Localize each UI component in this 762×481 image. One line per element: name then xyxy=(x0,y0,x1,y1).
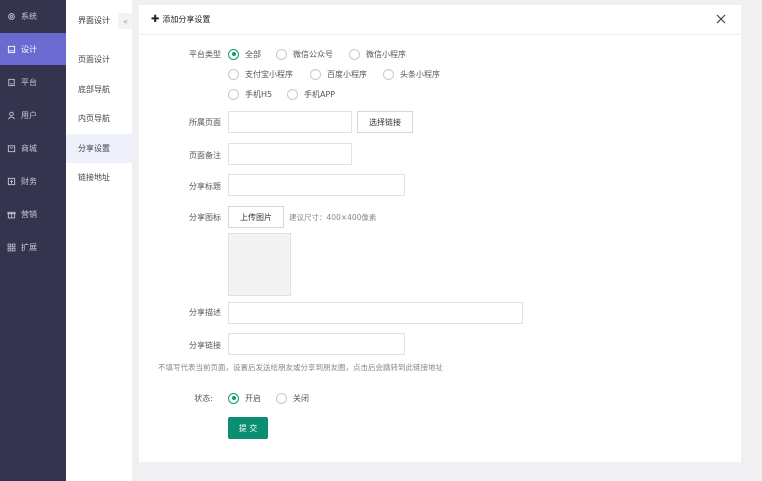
nav-label: 设计 xyxy=(21,44,37,54)
share-title-label: 分享标题 xyxy=(189,182,221,191)
nav-item-extend[interactable]: 扩展 xyxy=(0,231,66,263)
sub-menu: 界面设计 页面设计 底部导航 内页导航 分享设置 链接地址 xyxy=(66,0,133,481)
radio-platform-app[interactable]: 手机APP xyxy=(287,87,335,101)
plus-icon: ✚ xyxy=(151,14,160,25)
size-hint: 建议尺寸：400×400像素 xyxy=(289,213,377,222)
radio-status-off[interactable]: 关闭 xyxy=(276,391,309,405)
remark-input[interactable] xyxy=(228,143,352,165)
radio-platform-wechat-mini[interactable]: 微信小程序 xyxy=(349,47,406,61)
radio-platform-alipay-mini[interactable]: 支付宝小程序 xyxy=(228,67,293,81)
page-input[interactable] xyxy=(228,111,352,133)
grid-icon xyxy=(7,243,16,251)
radio-platform-h5[interactable]: 手机H5 xyxy=(228,87,272,101)
image-preview xyxy=(228,233,291,296)
share-icon-label: 分享图标 xyxy=(189,213,221,222)
nav-label: 系统 xyxy=(21,11,37,21)
gift-icon xyxy=(7,211,16,218)
radio-platform-wechat-oa[interactable]: 微信公众号 xyxy=(276,47,333,61)
submit-button[interactable]: 提 交 xyxy=(228,417,268,439)
nav-item-user[interactable]: 用户 xyxy=(0,99,66,131)
upload-image-button[interactable]: 上传图片 xyxy=(228,206,284,228)
nav-item-marketing[interactable]: 营销 xyxy=(0,198,66,230)
nav-item-finance[interactable]: 财务 xyxy=(0,165,66,197)
finance-icon xyxy=(7,177,16,185)
share-desc-input[interactable] xyxy=(228,302,523,324)
platform-label: 平台类型 xyxy=(189,50,221,59)
nav-item-design[interactable]: 设计 xyxy=(0,33,66,65)
nav-label: 用户 xyxy=(21,110,37,120)
page-label: 所属页面 xyxy=(189,118,221,127)
radio-platform-toutiao-mini[interactable]: 头条小程序 xyxy=(383,67,440,81)
share-title-input[interactable] xyxy=(228,174,405,196)
nav-label: 营销 xyxy=(21,209,37,219)
nav-item-system[interactable]: 系统 xyxy=(0,0,66,32)
close-icon[interactable] xyxy=(715,13,727,25)
sub-item-bottom-nav[interactable]: 底部导航 xyxy=(66,75,133,104)
status-label: 状态: xyxy=(194,394,213,403)
sub-item-inner-nav[interactable]: 内页导航 xyxy=(66,104,133,133)
nav-item-shop[interactable]: 商城 xyxy=(0,132,66,164)
nav-item-platform[interactable]: 平台 xyxy=(0,66,66,98)
remark-label: 页面备注 xyxy=(189,151,221,160)
share-desc-label: 分享描述 xyxy=(189,308,221,317)
nav-label: 商城 xyxy=(21,143,37,153)
share-link-input[interactable] xyxy=(228,333,405,355)
panel-header: ✚ 添加分享设置 xyxy=(139,5,741,35)
user-icon xyxy=(7,111,16,119)
panel-title: 添加分享设置 xyxy=(162,15,211,24)
select-link-button[interactable]: 选择链接 xyxy=(357,111,413,133)
platform-icon xyxy=(8,78,15,86)
sub-item-share-settings[interactable]: 分享设置 xyxy=(66,134,133,163)
shop-icon xyxy=(7,144,16,152)
sub-item-page-design[interactable]: 页面设计 xyxy=(66,45,133,74)
share-link-label: 分享链接 xyxy=(189,341,221,350)
share-settings-panel: ✚ 添加分享设置 平台类型 全部 微信公众号 微信小程序 支付宝小程序 百度小程… xyxy=(139,5,741,462)
gear-icon xyxy=(8,12,15,20)
radio-platform-all[interactable]: 全部 xyxy=(228,47,261,61)
nav-label: 平台 xyxy=(21,77,37,87)
sub-item-link-address[interactable]: 链接地址 xyxy=(66,163,133,192)
design-icon xyxy=(7,45,16,53)
link-hint: 不填写代表当前页面，设置后发送给朋友或分享到朋友圈，点击后会跳转到此链接地址 xyxy=(158,363,443,372)
radio-platform-baidu-mini[interactable]: 百度小程序 xyxy=(310,67,367,81)
radio-status-on[interactable]: 开启 xyxy=(228,391,261,405)
nav-label: 扩展 xyxy=(21,242,37,252)
main-nav: 系统 设计 平台 用户 商城 财务 营销 扩展 xyxy=(0,0,66,481)
nav-label: 财务 xyxy=(21,176,37,186)
collapse-button[interactable]: « xyxy=(118,13,133,29)
